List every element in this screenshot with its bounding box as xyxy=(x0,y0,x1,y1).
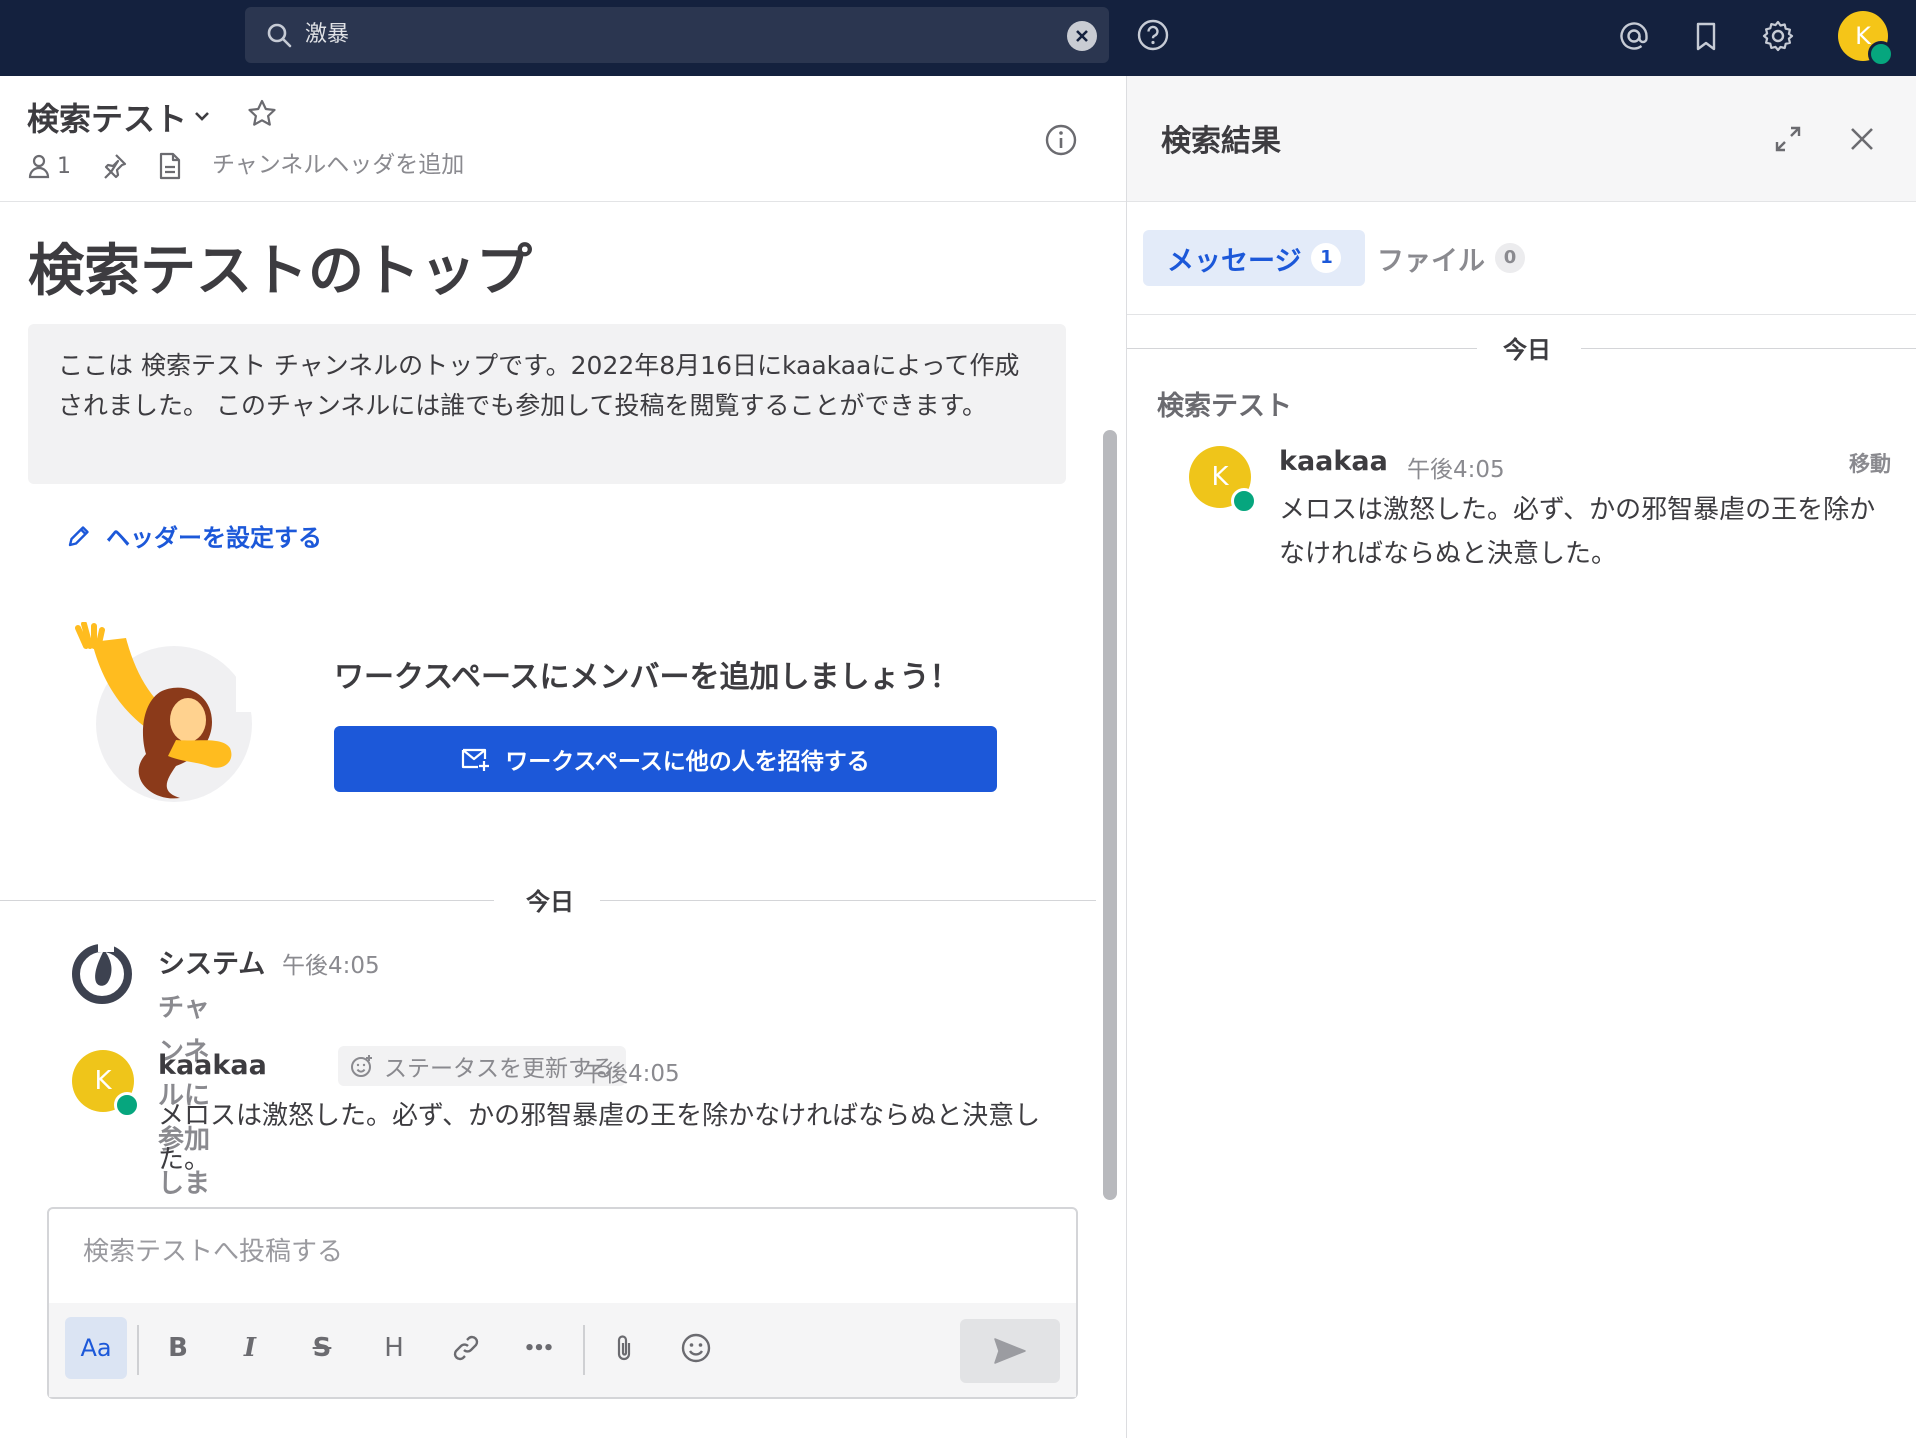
member-count[interactable]: 1 xyxy=(27,150,71,182)
avatar-letter: K xyxy=(1211,462,1229,492)
link-button[interactable] xyxy=(435,1317,497,1379)
italic-button[interactable]: I xyxy=(219,1317,281,1379)
separator-line xyxy=(600,900,1096,901)
send-icon xyxy=(994,1338,1026,1364)
post-time[interactable]: 午後4:05 xyxy=(1407,450,1505,484)
message-input[interactable]: 検索テストへ投稿する xyxy=(83,1231,343,1268)
heading-button[interactable]: H xyxy=(363,1317,425,1379)
tabs-divider xyxy=(1127,314,1916,315)
separator-line xyxy=(1581,348,1916,349)
author-avatar[interactable]: K xyxy=(1189,446,1257,514)
separator-line xyxy=(0,900,494,901)
jump-link[interactable]: 移動 xyxy=(1849,448,1891,478)
post-body: メロスは激怒した。必ず、かの邪智暴虐の王を除かなければならぬと決意した。 xyxy=(1279,495,1876,569)
toolbar-divider xyxy=(137,1325,139,1375)
invite-members-button[interactable]: ワークスペースに他の人を招待する xyxy=(334,726,997,792)
formatting-toolbar: Aa B I S H ••• xyxy=(49,1303,1076,1397)
online-status-icon xyxy=(1231,488,1257,514)
online-status-icon xyxy=(114,1092,140,1118)
post-body: メロスは激怒した。必ず、かの邪智暴虐の王を除かなければならぬと決意した。 xyxy=(158,1101,1041,1175)
date-separator: 今日 xyxy=(0,888,1096,916)
link-icon xyxy=(453,1335,479,1361)
help-icon[interactable] xyxy=(1136,18,1170,52)
system-logo-icon xyxy=(72,944,132,1004)
search-box[interactable]: 激暴 xyxy=(245,7,1109,63)
search-icon xyxy=(267,23,292,48)
channel-name[interactable]: 検索テスト xyxy=(27,94,187,140)
tab-count-badge: 0 xyxy=(1495,243,1525,273)
close-icon[interactable] xyxy=(1847,124,1877,154)
pin-icon[interactable] xyxy=(100,152,128,180)
post-author[interactable]: システム xyxy=(158,942,265,981)
user-avatar[interactable]: K xyxy=(1838,11,1894,67)
smile-plus-icon xyxy=(351,1055,372,1077)
emoji-button[interactable] xyxy=(665,1317,727,1379)
search-results-panel: 検索結果 メッセージ 1 ファイル 0 今日 検索テスト K kaakaa 午後… xyxy=(1126,76,1916,1438)
tab-label: メッセージ xyxy=(1167,245,1302,277)
add-channel-header-link[interactable]: チャンネルヘッダを追加 xyxy=(212,148,464,182)
member-count-value: 1 xyxy=(57,153,71,179)
date-separator-label: 今日 xyxy=(1503,336,1551,364)
author-avatar[interactable]: K xyxy=(72,1050,140,1118)
channel-files-icon[interactable] xyxy=(158,152,182,180)
set-header-button[interactable]: ヘッダーを設定する xyxy=(66,518,322,553)
settings-gear-icon[interactable] xyxy=(1760,18,1796,54)
bold-button[interactable]: B xyxy=(147,1317,209,1379)
channel-intro-title: 検索テストのトップ xyxy=(28,239,532,304)
search-results-header: 検索結果 xyxy=(1127,76,1916,202)
info-icon[interactable] xyxy=(1044,123,1078,157)
chevron-down-icon[interactable] xyxy=(190,104,214,128)
channel-timeline: 検索テストのトップ ここは 検索テスト チャンネルのトップです。2022年8月1… xyxy=(0,202,1096,1202)
separator-line xyxy=(1127,348,1477,349)
invite-members-label: ワークスペースに他の人を招待する xyxy=(505,749,870,775)
send-button[interactable] xyxy=(960,1319,1060,1383)
tab-label: ファイル xyxy=(1377,245,1485,277)
post-author[interactable]: kaakaa xyxy=(158,1050,267,1081)
toolbar-divider xyxy=(583,1325,585,1375)
post-time[interactable]: 午後4:05 xyxy=(582,1054,680,1088)
add-members-title: ワークスペースにメンバーを追加しましょう！ xyxy=(334,660,960,695)
paperclip-icon xyxy=(617,1335,631,1361)
mentions-icon[interactable] xyxy=(1616,18,1652,54)
global-header: 激暴 K xyxy=(0,0,1916,76)
tab-messages[interactable]: メッセージ 1 xyxy=(1143,230,1366,286)
favorite-star-icon[interactable] xyxy=(246,98,278,130)
strikethrough-button[interactable]: S xyxy=(291,1317,353,1379)
format-toggle-button[interactable]: Aa xyxy=(65,1317,127,1379)
member-icon xyxy=(28,154,50,179)
date-separator-label: 今日 xyxy=(526,888,574,916)
avatar-letter: K xyxy=(94,1066,112,1096)
search-input[interactable]: 激暴 xyxy=(305,7,349,63)
avatar-letter: K xyxy=(1855,22,1871,50)
update-status-label: ステータスを更新する xyxy=(384,1056,614,1082)
result-channel-name[interactable]: 検索テスト xyxy=(1157,384,1292,423)
online-status-icon xyxy=(1868,41,1894,67)
post-time[interactable]: 午後4:05 xyxy=(282,946,380,980)
post-author[interactable]: kaakaa xyxy=(1279,446,1388,477)
more-formatting-button[interactable]: ••• xyxy=(507,1317,569,1379)
attach-file-button[interactable] xyxy=(593,1317,655,1379)
pencil-icon xyxy=(68,525,89,546)
timeline-scrollbar[interactable] xyxy=(1103,430,1117,1200)
saved-messages-icon[interactable] xyxy=(1688,18,1724,54)
expand-icon[interactable] xyxy=(1773,124,1803,154)
tab-count-badge: 1 xyxy=(1311,243,1342,273)
message-composer[interactable]: 検索テストへ投稿する Aa B I S H ••• xyxy=(47,1207,1078,1399)
tab-files[interactable]: ファイル 0 xyxy=(1353,230,1549,286)
mail-plus-icon xyxy=(462,748,490,771)
smile-icon xyxy=(681,1333,711,1363)
search-results-title: 検索結果 xyxy=(1161,124,1281,159)
waving-person-illustration xyxy=(75,622,256,802)
channel-header: 検索テスト 1 チャンネルヘッダを追加 xyxy=(0,76,1126,202)
channel-intro-description: ここは 検索テスト チャンネルのトップです。2022年8月16日にkaakaaに… xyxy=(28,324,1066,484)
set-header-label: ヘッダーを設定する xyxy=(106,524,322,552)
clear-search-icon[interactable] xyxy=(1067,21,1097,51)
